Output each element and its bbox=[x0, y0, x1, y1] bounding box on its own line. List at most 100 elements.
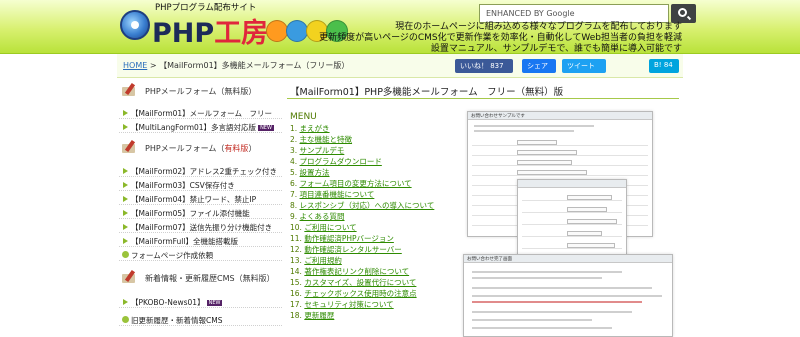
menu-item-num: 1. bbox=[290, 124, 298, 133]
menu-item[interactable]: 3. サンプルデモ bbox=[290, 145, 455, 156]
menu-item-link[interactable]: 設置方法 bbox=[300, 168, 330, 177]
sidebar-item-old-news-cms[interactable]: 旧更新履歴・新着情報CMS bbox=[119, 313, 282, 326]
menu-item-num: 13. bbox=[290, 256, 302, 265]
menu-item-link[interactable]: 動作確認済レンタルサーバー bbox=[304, 245, 401, 254]
preview-text-line bbox=[472, 295, 662, 297]
menu-item[interactable]: 2. 主な機能と特徴 bbox=[290, 134, 455, 145]
menu-item[interactable]: 9. よくある質問 bbox=[290, 211, 455, 222]
sidebar-item-mailform03[interactable]: 【MailForm03】CSV保存付き bbox=[119, 178, 282, 191]
sidebar-item-label: 【MailForm05】ファイル添付機能 bbox=[131, 209, 250, 218]
menu-item-link[interactable]: サンプルデモ bbox=[300, 146, 345, 155]
menu-item[interactable]: 10. ご利用について bbox=[290, 222, 455, 233]
preview-bar bbox=[518, 180, 626, 188]
sidebar-item-mailformfull[interactable]: 【MailFormFull】全機能搭載版 bbox=[119, 234, 282, 247]
menu-item-link[interactable]: ご利用規約 bbox=[304, 256, 342, 265]
menu-item-link[interactable]: カスタマイズ、設置代行について bbox=[304, 278, 416, 287]
menu-item-link[interactable]: 動作確認済PHPバージョン bbox=[304, 234, 394, 243]
ball-icon bbox=[266, 20, 288, 42]
sidebar-item-mailform02[interactable]: 【MailForm02】アドレス2重チェック付き bbox=[119, 164, 282, 177]
sidebar-item-label: 【MultiLangForm01】多言語対応版 bbox=[131, 123, 257, 132]
menu-item[interactable]: 6. フォーム項目の変更方法について bbox=[290, 178, 455, 189]
section-label-prefix: PHPメールフォーム（ bbox=[145, 144, 225, 153]
sidebar-item-multilangform01[interactable]: 【MultiLangForm01】多言語対応版 NEW bbox=[119, 120, 282, 133]
preview-row bbox=[522, 230, 622, 237]
menu-item-num: 12. bbox=[290, 245, 302, 254]
preview-row bbox=[472, 159, 648, 166]
menu-item-link[interactable]: プログラムダウンロード bbox=[300, 157, 382, 166]
sidebar-item-pkobo-news01[interactable]: 【PKOBO-News01】 NEW bbox=[119, 295, 282, 308]
preview-text-line bbox=[474, 125, 594, 127]
menu-item-link[interactable]: レスポンシブ（対応）への導入について bbox=[300, 201, 435, 210]
logo-kobo: 工房 bbox=[214, 18, 269, 49]
menu-item[interactable]: 5. 設置方法 bbox=[290, 167, 455, 178]
menu-item-link[interactable]: よくある質問 bbox=[300, 212, 345, 221]
menu-item[interactable]: 13. ご利用規約 bbox=[290, 255, 455, 266]
site-header: PHPプログラム配布サイト PHP工房 ENHANCED BY Google 現… bbox=[0, 0, 800, 54]
menu-item-link[interactable]: フォーム項目の変更方法について bbox=[300, 179, 412, 188]
sidebar-item-label: 【MailForm07】送信先振り分け機能付き bbox=[131, 223, 273, 232]
menu-item[interactable]: 16. チェックボックス使用時の注意点 bbox=[290, 288, 455, 299]
menu-item-num: 14. bbox=[290, 267, 302, 276]
sidebar-item-mailform07[interactable]: 【MailForm07】送信先振り分け機能付き bbox=[119, 220, 282, 233]
sidebar-item-mailform05[interactable]: 【MailForm05】ファイル添付機能 bbox=[119, 206, 282, 219]
breadcrumb-bar: HOME > 【MailForm01】多機能メールフォーム（フリー版） いいね！… bbox=[117, 54, 683, 78]
menu-item[interactable]: 14. 著作権表記リンク削除について bbox=[290, 266, 455, 277]
preview-row bbox=[472, 169, 648, 176]
sidebar-item-label: 【MailFormFull】全機能搭載版 bbox=[131, 237, 238, 246]
menu-item[interactable]: 18. 更新履歴 bbox=[290, 310, 455, 321]
preview-row bbox=[522, 194, 622, 201]
search-icon bbox=[678, 8, 687, 17]
menu-item-num: 18. bbox=[290, 311, 302, 320]
sidebar-section-free-mailform[interactable]: PHPメールフォーム（無料版） bbox=[119, 83, 282, 99]
menu-item-link[interactable]: 主な機能と特徴 bbox=[300, 135, 353, 144]
book-pencil-icon bbox=[122, 140, 140, 153]
menu-item-link[interactable]: チェックボックス使用時の注意点 bbox=[304, 289, 416, 298]
preview-title: お問い合わせサンプルです bbox=[468, 112, 652, 120]
menu-item-num: 9. bbox=[290, 212, 298, 221]
breadcrumb-home-link[interactable]: HOME bbox=[123, 61, 147, 70]
preview-row bbox=[522, 206, 622, 213]
preview-text-line bbox=[472, 277, 602, 279]
tweet-button[interactable]: ツイート bbox=[562, 59, 606, 73]
menu-item-link[interactable]: 著作権表記リンク削除について bbox=[304, 267, 409, 276]
sidebar-item-mailform04[interactable]: 【MailForm04】禁止ワード、禁止IP bbox=[119, 192, 282, 205]
menu-item[interactable]: 17. セキュリティ対策について bbox=[290, 299, 455, 310]
preview-text-line bbox=[472, 327, 612, 329]
menu-item[interactable]: 4. プログラムダウンロード bbox=[290, 156, 455, 167]
form-complete-preview-image: お問い合わせ完了画面 bbox=[463, 254, 673, 337]
hatena-bookmark-button[interactable]: B! 84 bbox=[649, 59, 679, 73]
menu-item[interactable]: 12. 動作確認済レンタルサーバー bbox=[290, 244, 455, 255]
menu-item[interactable]: 15. カスタマイズ、設置代行について bbox=[290, 277, 455, 288]
menu-item[interactable]: 11. 動作確認済PHPバージョン bbox=[290, 233, 455, 244]
menu-item-link[interactable]: セキュリティ対策について bbox=[304, 300, 393, 309]
sidebar: PHPメールフォーム（無料版） 【MailForm01】メールフォーム フリー … bbox=[119, 81, 282, 337]
menu-item-link[interactable]: 項目連番機能について bbox=[300, 190, 375, 199]
preview-text-line bbox=[472, 301, 642, 303]
menu-item[interactable]: 1. まえがき bbox=[290, 123, 455, 134]
menu-item-num: 6. bbox=[290, 179, 298, 188]
menu-item-num: 5. bbox=[290, 168, 298, 177]
facebook-like-button[interactable]: いいね！ 837 bbox=[455, 59, 513, 73]
facebook-share-button[interactable]: シェア bbox=[522, 59, 556, 73]
menu-item-num: 16. bbox=[290, 289, 302, 298]
sidebar-section-news-cms[interactable]: 新着情報・更新履歴CMS（無料版） bbox=[119, 270, 282, 286]
logo-php: PHP bbox=[152, 18, 215, 49]
site-logo[interactable]: PHP工房 bbox=[152, 11, 268, 50]
sidebar-item-label: 【MailForm01】メールフォーム フリー bbox=[131, 109, 272, 118]
menu-item-link[interactable]: 更新履歴 bbox=[304, 311, 334, 320]
preview-row bbox=[522, 242, 622, 249]
main-content: 【MailForm01】PHP多機能メールフォーム フリー（無料）版 MENU … bbox=[287, 81, 683, 337]
menu-item[interactable]: 8. レスポンシブ（対応）への導入について bbox=[290, 200, 455, 211]
sidebar-section-paid-mailform[interactable]: PHPメールフォーム（有料版） bbox=[119, 140, 282, 156]
bullet-icon bbox=[122, 316, 129, 323]
menu-item-link[interactable]: ご利用について bbox=[304, 223, 356, 232]
sidebar-item-mailform01[interactable]: 【MailForm01】メールフォーム フリー bbox=[119, 106, 282, 119]
preview-title: お問い合わせ完了画面 bbox=[464, 255, 672, 263]
sidebar-item-form-request[interactable]: フォームページ作成依頼 bbox=[119, 248, 282, 261]
preview-text-line bbox=[472, 311, 632, 313]
menu-item-num: 17. bbox=[290, 300, 302, 309]
menu-item[interactable]: 7. 項目連番機能について bbox=[290, 189, 455, 200]
menu-heading: MENU bbox=[290, 112, 317, 122]
menu-item-link[interactable]: まえがき bbox=[300, 124, 330, 133]
menu-item-num: 4. bbox=[290, 157, 298, 166]
